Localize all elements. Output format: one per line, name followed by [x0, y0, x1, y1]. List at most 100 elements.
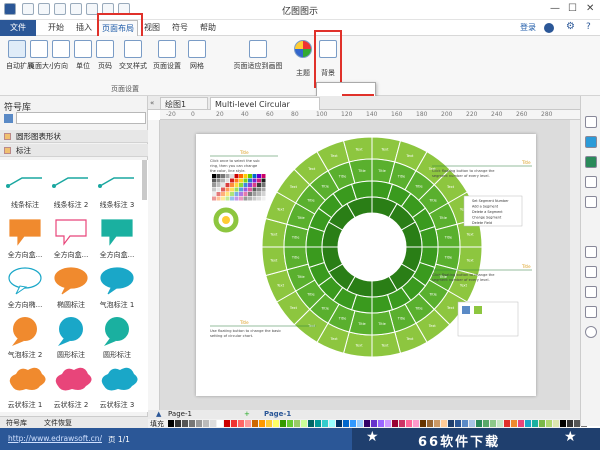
color-swatch[interactable] [553, 420, 559, 427]
color-swatch[interactable] [364, 420, 370, 427]
color-swatch[interactable] [518, 420, 524, 427]
color-swatch[interactable] [315, 420, 321, 427]
page-setup-button[interactable]: 页面设置 [150, 40, 184, 71]
color-swatch[interactable] [217, 420, 223, 427]
color-swatch[interactable] [322, 420, 328, 427]
color-swatch[interactable] [231, 420, 237, 427]
color-swatch[interactable] [266, 420, 272, 427]
tab-file[interactable]: 文件 [0, 20, 36, 36]
symbol-shape[interactable]: 全方向盒... [96, 214, 138, 259]
tab-file-recovery[interactable]: 文件恢复 [44, 418, 72, 428]
color-swatch[interactable] [175, 420, 181, 427]
cross-style-button[interactable]: 交叉样式 [118, 40, 148, 71]
symbol-shape[interactable]: 圆形标注 [96, 314, 138, 359]
theme-button[interactable]: 主题 [294, 40, 312, 78]
unit-button[interactable]: 单位 [72, 40, 94, 71]
line-icon[interactable] [585, 156, 597, 168]
user-icon[interactable] [544, 23, 554, 33]
color-swatch[interactable] [546, 420, 552, 427]
tab-insert[interactable]: 插入 [72, 20, 96, 36]
page-tab[interactable]: Page-1 [168, 410, 192, 418]
color-swatch[interactable] [308, 420, 314, 427]
minimize-icon[interactable]: — [550, 3, 560, 14]
auto-expand-button[interactable]: 自动扩展 [6, 40, 34, 71]
layers-icon[interactable] [585, 196, 597, 208]
fill-icon[interactable] [585, 136, 597, 148]
color-swatch[interactable] [539, 420, 545, 427]
maximize-icon[interactable]: ☐ [568, 3, 577, 14]
symbol-shape[interactable]: 线条标注 [4, 164, 46, 209]
color-swatch[interactable] [371, 420, 377, 427]
color-swatch[interactable] [168, 420, 174, 427]
color-swatch[interactable] [504, 420, 510, 427]
fit-to-drawing-button[interactable]: 页面适应到画图 [232, 40, 284, 71]
active-page-tab[interactable]: Page-1 [264, 410, 291, 418]
color-swatch[interactable] [182, 420, 188, 427]
color-swatch[interactable] [378, 420, 384, 427]
color-swatch[interactable] [399, 420, 405, 427]
doc-tab-drawing1[interactable]: 绘图1 [160, 97, 208, 110]
login-link[interactable]: 登录 [516, 20, 540, 36]
color-swatch[interactable] [441, 420, 447, 427]
color-swatch[interactable] [203, 420, 209, 427]
image-icon[interactable] [585, 266, 597, 278]
color-swatch[interactable] [567, 420, 573, 427]
tab-page-layout[interactable]: 页面布局 [98, 20, 138, 36]
color-swatch[interactable] [420, 420, 426, 427]
format-icon[interactable] [585, 116, 597, 128]
tab-home[interactable]: 开始 [44, 20, 68, 36]
color-swatch[interactable] [273, 420, 279, 427]
symbol-shape[interactable]: 云状标注 2 [50, 364, 92, 409]
symbol-shape[interactable]: 云状标注 3 [96, 364, 138, 409]
symbol-search-input[interactable] [16, 112, 146, 124]
color-swatch[interactable] [476, 420, 482, 427]
color-swatch[interactable] [189, 420, 195, 427]
symbol-shape[interactable]: 全方向盒... [4, 214, 46, 259]
color-swatch[interactable] [294, 420, 300, 427]
drawing-canvas[interactable]: Text Text Text Text Text Text Text Text Text Text… [160, 120, 580, 410]
color-swatch[interactable] [490, 420, 496, 427]
symbol-shape[interactable]: 全方向盒... [50, 214, 92, 259]
color-swatch[interactable] [497, 420, 503, 427]
tab-symbol-library[interactable]: 符号库 [6, 418, 27, 428]
page-number-button[interactable]: 页码 [94, 40, 116, 71]
vertical-scrollbar[interactable] [570, 120, 580, 410]
page-size-button[interactable]: 页面大小 [28, 40, 56, 71]
color-swatch[interactable] [427, 420, 433, 427]
symbol-shape[interactable]: 圆形标注 [50, 314, 92, 359]
category-circular-chart[interactable]: 圆形图表形状 [0, 130, 148, 143]
library-menu-icon[interactable] [4, 114, 13, 123]
tab-help[interactable]: 帮助 [196, 20, 220, 36]
color-swatch[interactable] [532, 420, 538, 427]
color-swatch[interactable] [455, 420, 461, 427]
color-swatch[interactable] [336, 420, 342, 427]
category-callout[interactable]: 标注 [0, 144, 148, 157]
symbol-shape[interactable]: 椭圆标注 [50, 264, 92, 309]
color-swatch[interactable] [343, 420, 349, 427]
color-swatch[interactable] [238, 420, 244, 427]
tab-view[interactable]: 视图 [140, 20, 164, 36]
color-swatch[interactable] [385, 420, 391, 427]
grid-button[interactable]: 网格 [186, 40, 208, 71]
color-swatch[interactable] [245, 420, 251, 427]
collapse-left-icon[interactable]: « [150, 99, 154, 107]
color-swatch[interactable] [287, 420, 293, 427]
symbol-shape[interactable]: 气泡标注 2 [4, 314, 46, 359]
color-swatch[interactable] [357, 420, 363, 427]
color-swatch[interactable] [406, 420, 412, 427]
doc-tab-multilevel[interactable]: Multi-level Circular [210, 97, 320, 110]
symbol-shape[interactable]: 云状标注 1 [4, 364, 46, 409]
shape-scrollbar[interactable] [142, 160, 147, 200]
color-swatch[interactable] [280, 420, 286, 427]
symbol-shape[interactable]: 全方向椭... [4, 264, 46, 309]
color-swatch[interactable] [448, 420, 454, 427]
shadow-icon[interactable] [585, 176, 597, 188]
color-swatch[interactable] [469, 420, 475, 427]
background-button[interactable]: 背景 [318, 40, 338, 78]
color-swatch[interactable] [196, 420, 202, 427]
orientation-button[interactable]: 方向 [50, 40, 72, 71]
color-swatch[interactable] [210, 420, 216, 427]
color-swatch[interactable] [350, 420, 356, 427]
color-swatch[interactable] [259, 420, 265, 427]
settings-gear-icon[interactable]: ⚙ [566, 21, 575, 32]
